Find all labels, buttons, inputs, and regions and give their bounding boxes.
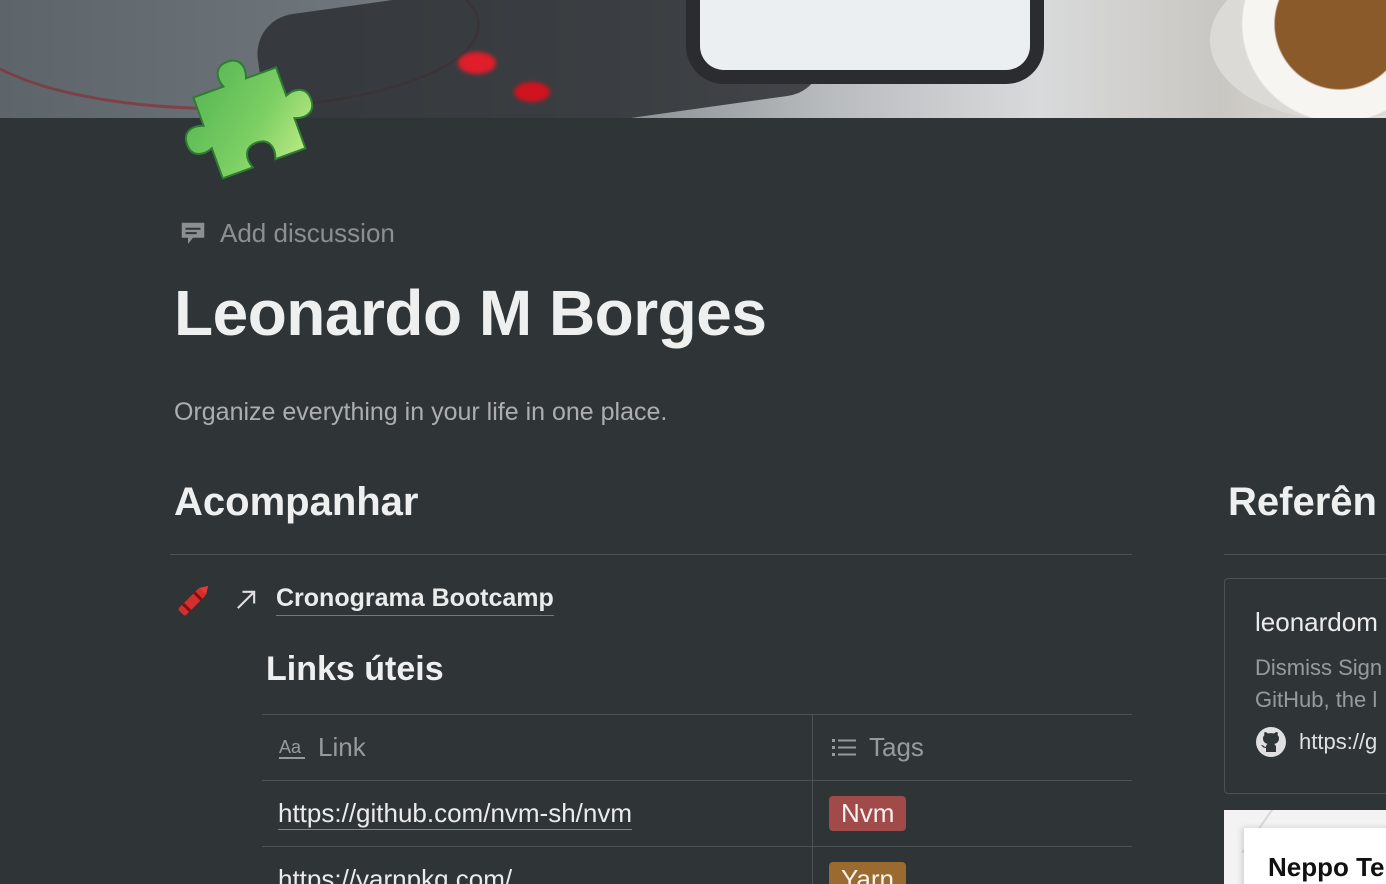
cover-screen <box>700 0 1030 70</box>
cover-coffee-cup <box>1210 0 1386 118</box>
tag-badge: Nvm <box>829 796 907 831</box>
puzzle-piece-icon[interactable] <box>174 38 334 198</box>
heading-acompanhar[interactable]: Acompanhar <box>174 480 419 525</box>
notion-page: Add discussion Leonardo M Borges Organiz… <box>0 0 1386 884</box>
link-url[interactable]: https://github.com/nvm-sh/nvm <box>278 798 633 830</box>
tag-badge: Yarn <box>829 862 906 884</box>
link-cell[interactable]: https://github.com/nvm-sh/nvm <box>262 781 813 846</box>
text-aa-icon: Aa <box>279 737 305 759</box>
page-subtitle[interactable]: Organize everything in your life in one … <box>174 398 667 427</box>
linked-page-row[interactable]: Cronograma Bootcamp <box>172 578 554 622</box>
cover-light <box>514 82 550 102</box>
page-title[interactable]: Leonardo M Borges <box>174 276 767 350</box>
divider <box>1224 554 1386 555</box>
arrow-up-right-icon <box>237 590 256 609</box>
links-database-table: Aa Link Tags https://github.com/nvm-sh/n… <box>262 714 1132 884</box>
column-header-tags[interactable]: Tags <box>813 715 1132 780</box>
bookmark-description: Dismiss Sign GitHub, the l <box>1255 652 1386 716</box>
comment-icon <box>181 222 205 244</box>
column-header-link[interactable]: Aa Link <box>262 715 813 780</box>
list-icon <box>832 738 856 756</box>
table-row[interactable]: https://yarnpkg.com/ Yarn <box>262 846 1132 884</box>
link-cell[interactable]: https://yarnpkg.com/ <box>262 847 813 884</box>
tags-cell[interactable]: Nvm <box>813 781 1132 846</box>
svg-text:Aa: Aa <box>279 737 302 757</box>
cover-light <box>458 52 496 74</box>
bookmark-description-line: Dismiss Sign <box>1255 655 1383 680</box>
github-icon <box>1256 727 1286 757</box>
bookmark-description-line: GitHub, the l <box>1255 687 1378 712</box>
crayon-icon <box>178 585 209 616</box>
divider <box>170 554 1132 555</box>
table-header-row: Aa Link Tags <box>262 714 1132 780</box>
heading-referencias[interactable]: Referên <box>1228 480 1377 525</box>
tags-cell[interactable]: Yarn <box>813 847 1132 884</box>
bookmark-card-preview[interactable]: Neppo Te <box>1224 810 1386 884</box>
link-cronograma-bootcamp[interactable]: Cronograma Bootcamp <box>276 584 554 616</box>
bookmark-card[interactable]: leonardom Dismiss Sign GitHub, the l htt… <box>1224 578 1386 794</box>
column-header-label: Tags <box>869 732 924 762</box>
column-header-label: Link <box>318 732 366 762</box>
preview-label: Neppo Te <box>1268 852 1385 882</box>
link-url[interactable]: https://yarnpkg.com/ <box>278 864 512 884</box>
add-discussion-button[interactable]: Add discussion <box>178 218 395 249</box>
bookmark-url-row: https://g <box>1255 726 1386 758</box>
bookmark-url: https://g <box>1299 729 1378 754</box>
bookmark-title: leonardom <box>1255 607 1378 637</box>
heading-links-uteis[interactable]: Links úteis <box>266 650 444 689</box>
add-discussion-label: Add discussion <box>220 218 395 248</box>
table-row[interactable]: https://github.com/nvm-sh/nvm Nvm <box>262 780 1132 846</box>
